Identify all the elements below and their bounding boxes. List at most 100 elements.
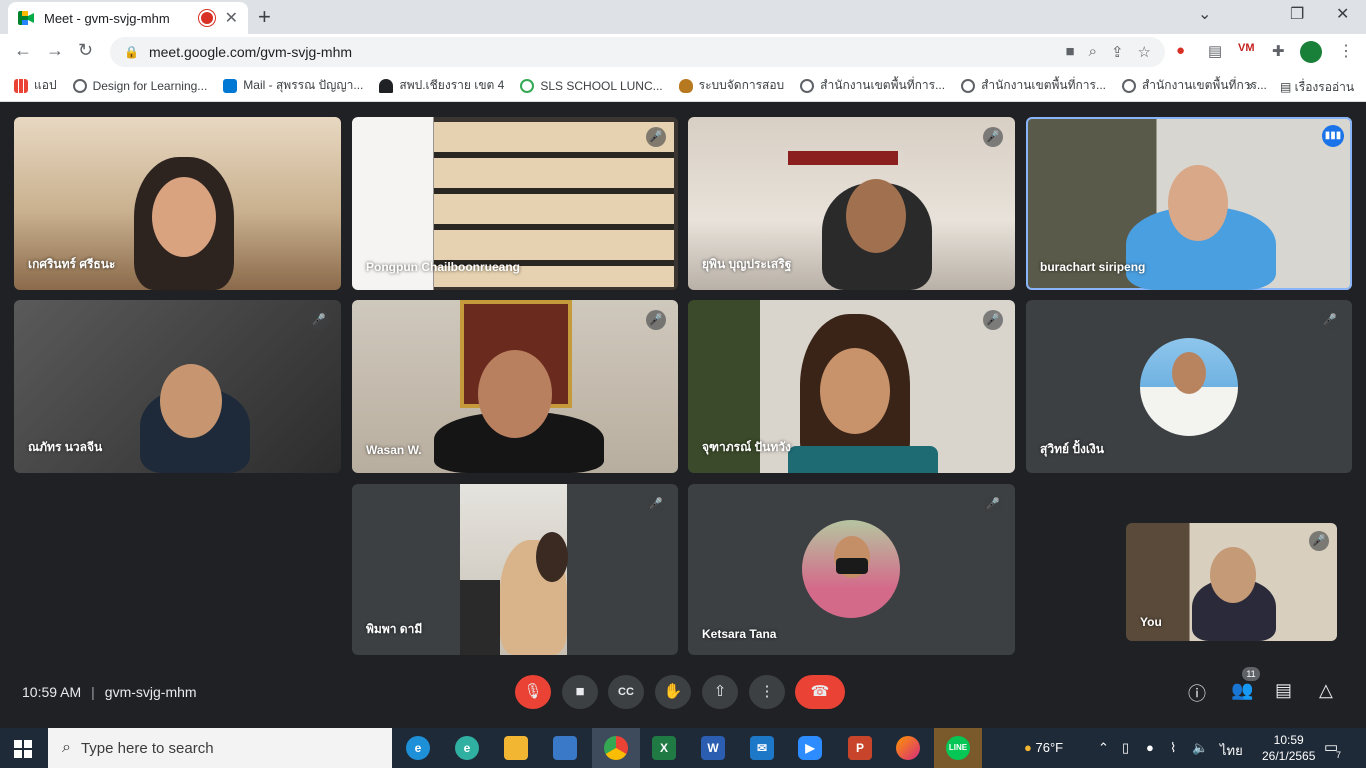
file-explorer-icon[interactable] bbox=[504, 736, 528, 760]
store-icon[interactable] bbox=[553, 736, 577, 760]
bookmark-item[interactable]: Mail - สุพรรณ ปัญญา... bbox=[223, 76, 363, 95]
wifi-icon[interactable]: ⌇ bbox=[1170, 740, 1176, 756]
bookmark-item[interactable]: ระบบจัดการสอบ bbox=[678, 76, 784, 95]
reading-list-label: เรื่องรออ่าน bbox=[1294, 80, 1355, 94]
participant-face bbox=[1168, 165, 1228, 241]
raise-hand-button[interactable]: ✋ bbox=[655, 675, 691, 709]
window-close-button[interactable]: ✕ bbox=[1336, 4, 1349, 24]
line-icon[interactable]: LINE bbox=[946, 736, 970, 760]
restore-button[interactable]: ❐ bbox=[1290, 4, 1304, 24]
bookmark-apps[interactable]: แอป bbox=[14, 76, 57, 95]
outlook-icon bbox=[223, 78, 238, 93]
participant-tile[interactable]: 🎤 Ketsara Tana bbox=[688, 484, 1015, 655]
participant-tile[interactable]: 🎤 Pongpun Chailboonrueang bbox=[352, 117, 678, 290]
bookmark-item[interactable]: Design for Learning... bbox=[72, 78, 207, 93]
leaf-icon bbox=[520, 78, 535, 93]
camera-toggle-button[interactable]: ■ bbox=[562, 675, 598, 709]
volume-icon[interactable]: 🔈 bbox=[1192, 740, 1208, 756]
profile-avatar[interactable] bbox=[1300, 41, 1322, 63]
internet-explorer-icon[interactable]: e bbox=[406, 736, 430, 760]
word-icon[interactable]: W bbox=[701, 736, 725, 760]
tray-app-icon[interactable]: ▯ bbox=[1122, 740, 1129, 756]
participant-avatar bbox=[1140, 338, 1238, 436]
participant-name: จุฑาภรณ์ ปันทวัง bbox=[702, 440, 791, 454]
back-arrow-icon[interactable]: ← bbox=[14, 40, 32, 61]
bookmark-item[interactable]: สพป.เชียงราย เขต 4 bbox=[379, 76, 504, 95]
participant-tile-speaking[interactable]: ▮▮▮ burachart siripeng bbox=[1026, 117, 1352, 290]
participant-face bbox=[152, 177, 216, 257]
mic-muted-icon: 🎤 bbox=[983, 127, 1003, 147]
windows-taskbar: ⌕ Type here to search e e X W ✉ ▶ P LINE… bbox=[0, 728, 1366, 768]
chat-icon[interactable]: ▤ bbox=[1275, 680, 1292, 701]
self-view-tile[interactable]: 🎤 You bbox=[1126, 523, 1337, 641]
bookmark-label: SLS SCHOOL LUNC... bbox=[540, 78, 663, 93]
more-options-button[interactable]: ⋮ bbox=[749, 675, 785, 709]
chrome-menu-icon[interactable]: ⋮ bbox=[1338, 41, 1354, 61]
notification-count: 7 bbox=[1336, 750, 1342, 760]
weather-widget[interactable]: ● 76°F bbox=[1024, 740, 1063, 755]
participant-tile[interactable]: เกศรินทร์ ศรีธนะ bbox=[14, 117, 341, 290]
powerpoint-icon[interactable]: P bbox=[848, 736, 872, 760]
reload-icon[interactable]: ↻ bbox=[78, 40, 93, 61]
participant-tile[interactable]: 🎤 Wasan W. bbox=[352, 300, 678, 473]
mic-toggle-button[interactable]: 🎙 bbox=[515, 675, 551, 709]
participant-tile[interactable]: 🎤 จุฑาภรณ์ ปันทวัง bbox=[688, 300, 1015, 473]
extension-icon[interactable]: VM bbox=[1238, 42, 1255, 54]
participant-tile[interactable]: 🎤 ยุพิน บุญประเสริฐ bbox=[688, 117, 1015, 290]
avatar-face bbox=[1172, 352, 1206, 394]
bookmark-item[interactable]: สำนักงานเขตพื้นที่การ... bbox=[961, 76, 1106, 95]
camera-icon[interactable]: ■ bbox=[1066, 43, 1075, 61]
bookmark-item[interactable]: สำนักงานเขตพื้นที่การ... bbox=[800, 76, 945, 95]
bookmarks-overflow-icon[interactable]: » bbox=[1246, 78, 1253, 93]
input-language[interactable]: ไทย bbox=[1220, 740, 1243, 761]
tray-overflow-icon[interactable]: ⌃ bbox=[1098, 740, 1109, 756]
end-call-button[interactable]: ☎ bbox=[795, 675, 845, 709]
edge-icon[interactable]: e bbox=[455, 736, 479, 760]
tab-close-icon[interactable]: ✕ bbox=[225, 8, 238, 28]
extension-icon[interactable]: ▤ bbox=[1208, 42, 1222, 60]
meeting-code: gvm-svjg-mhm bbox=[104, 684, 197, 700]
new-tab-button[interactable]: + bbox=[258, 4, 271, 30]
zoom-icon[interactable]: ⌕ bbox=[1089, 43, 1097, 61]
people-icon[interactable]: 👥 bbox=[1231, 680, 1253, 701]
participant-video bbox=[460, 484, 568, 655]
tab-meet[interactable]: Meet - gvm-svjg-mhm ✕ bbox=[8, 2, 248, 34]
meeting-info-icon[interactable]: ⓘ bbox=[1188, 680, 1206, 706]
sun-icon: ● bbox=[1024, 740, 1032, 755]
extension-icon[interactable]: ● bbox=[1176, 42, 1185, 59]
address-bar[interactable]: 🔒 meet.google.com/gvm-svjg-mhm ■ ⌕ ⇪ ☆ bbox=[110, 37, 1165, 67]
zoom-icon[interactable]: ▶ bbox=[798, 736, 822, 760]
participant-name: ยุพิน บุญประเสริฐ bbox=[702, 257, 792, 271]
present-screen-button[interactable]: ⇧ bbox=[702, 675, 738, 709]
captions-button[interactable]: CC bbox=[608, 675, 644, 709]
participant-name: Pongpun Chailboonrueang bbox=[366, 260, 520, 274]
excel-icon[interactable]: X bbox=[652, 736, 676, 760]
participant-tile[interactable]: 🎤 สุวิทย์ ปั้งเงิน bbox=[1026, 300, 1352, 473]
participant-name: พิมพา ดามี bbox=[366, 622, 423, 636]
participant-face bbox=[478, 350, 552, 438]
participant-name: Ketsara Tana bbox=[702, 627, 777, 641]
participant-tile[interactable]: 🎤 พิมพา ดามี bbox=[352, 484, 678, 655]
weather-temp: 76°F bbox=[1035, 740, 1064, 755]
firefox-icon[interactable] bbox=[896, 736, 920, 760]
speaking-indicator-icon: ▮▮▮ bbox=[1322, 125, 1344, 147]
chrome-icon[interactable] bbox=[604, 736, 628, 760]
tray-app-icon[interactable]: ● bbox=[1146, 740, 1154, 755]
mail-icon[interactable]: ✉ bbox=[750, 736, 774, 760]
clock-time: 10:59 bbox=[1273, 733, 1304, 747]
participant-name: ณภัทร นวลจีน bbox=[28, 440, 103, 454]
bookmark-star-icon[interactable]: ☆ bbox=[1138, 43, 1151, 61]
puzzle-icon[interactable]: ✚ bbox=[1272, 42, 1285, 60]
taskbar-search[interactable]: ⌕ Type here to search bbox=[48, 728, 392, 768]
forward-arrow-icon[interactable]: → bbox=[46, 40, 64, 61]
share-icon[interactable]: ⇪ bbox=[1111, 43, 1124, 61]
participant-tile[interactable]: 🎤 ณภัทร นวลจีน bbox=[14, 300, 341, 473]
minimize-button[interactable]: ⌄ bbox=[1198, 4, 1211, 24]
system-clock[interactable]: 10:59 26/1/2565 bbox=[1262, 732, 1315, 764]
participant-avatar bbox=[802, 520, 900, 618]
reading-list-button[interactable]: ▤ เรื่องรออ่าน bbox=[1280, 78, 1354, 97]
bookmark-item[interactable]: SLS SCHOOL LUNC... bbox=[520, 78, 663, 93]
activities-icon[interactable]: △ bbox=[1319, 680, 1333, 701]
windows-start-icon[interactable] bbox=[14, 740, 32, 758]
meeting-separator: | bbox=[91, 684, 95, 700]
